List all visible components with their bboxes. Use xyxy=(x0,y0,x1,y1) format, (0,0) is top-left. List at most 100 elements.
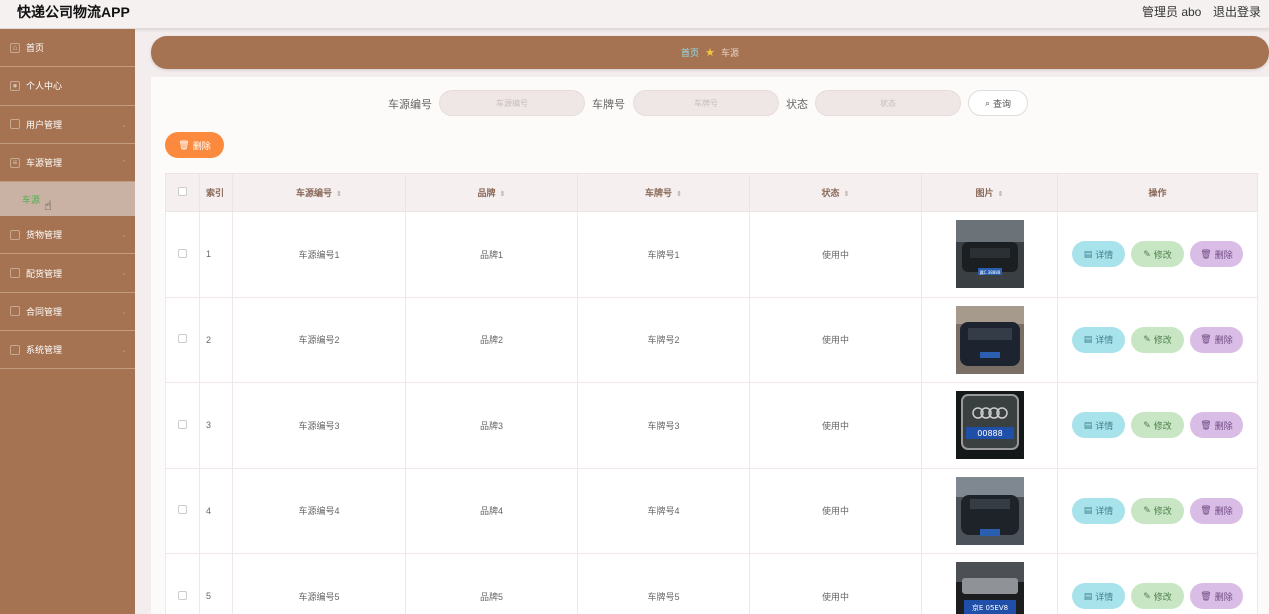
cell-image[interactable] xyxy=(921,296,1058,383)
user-icon: ● xyxy=(10,80,20,91)
chevron-down-icon: ⌄ xyxy=(121,270,127,278)
cell-plate: 车牌号4 xyxy=(577,467,750,554)
select-all-cell[interactable] xyxy=(165,173,200,212)
edit-button-label: 修改 xyxy=(1153,249,1172,260)
delete-button[interactable]: 🗑 删除 xyxy=(1190,241,1243,268)
sidebar-item-dispatch[interactable]: 配货管理 ⌄ xyxy=(0,254,135,293)
edit-button-label: 修改 xyxy=(1153,420,1172,431)
chevron-down-icon: ⌄ xyxy=(121,232,127,240)
batch-delete-button[interactable]: 🗑 删除 xyxy=(165,132,224,158)
chevron-down-icon: ⌄ xyxy=(121,347,127,355)
edit-button[interactable]: ✎ 修改 xyxy=(1131,412,1184,439)
source-no-input[interactable]: 车源编号 xyxy=(439,90,585,116)
edit-button[interactable]: ✎ 修改 xyxy=(1131,497,1184,524)
header-plate[interactable]: 车牌号 ⇕ xyxy=(577,173,750,212)
edit-button[interactable]: ✎ 修改 xyxy=(1131,241,1184,268)
detail-icon: ▤ xyxy=(1083,505,1093,516)
row-select-cell[interactable] xyxy=(165,211,200,298)
sidebar-item-label: 货物管理 xyxy=(26,230,63,241)
select-all-checkbox[interactable] xyxy=(178,187,187,196)
list-icon: ≡ xyxy=(10,157,20,168)
table-row: 4 车源编号4 品牌4 车牌号4 使用中 ▤ 详情 ✎ 修改 🗑 删除 xyxy=(165,467,1258,554)
cell-status: 使用中 xyxy=(749,296,922,383)
trash-icon: 🗑 xyxy=(1200,590,1212,601)
sidebar-item-label: 用户管理 xyxy=(26,119,63,130)
status-input[interactable]: 状态 xyxy=(815,90,961,116)
cell-source-no: 车源编号1 xyxy=(232,211,406,298)
detail-button[interactable]: ▤ 详情 xyxy=(1072,583,1125,610)
row-checkbox[interactable] xyxy=(178,248,187,258)
cell-status: 使用中 xyxy=(749,467,922,554)
delete-button-label: 删除 xyxy=(192,140,211,151)
sidebar-item-contracts[interactable]: 合同管理 ⌄ xyxy=(0,293,135,332)
delete-button[interactable]: 🗑 删除 xyxy=(1190,583,1243,610)
sidebar-item-label: 配货管理 xyxy=(26,268,63,279)
svg-text:00888: 00888 xyxy=(977,429,1002,438)
sort-icon: ⇕ xyxy=(997,191,1004,198)
breadcrumb-home[interactable]: 首页 xyxy=(681,46,699,59)
delete-button[interactable]: 🗑 删除 xyxy=(1190,326,1243,353)
row-select-cell[interactable] xyxy=(165,553,200,614)
header-status-label: 状态 xyxy=(821,188,840,198)
row-select-cell[interactable] xyxy=(165,296,200,383)
header-brand-label: 品牌 xyxy=(477,188,496,198)
admin-label: 管理员 abo xyxy=(1142,5,1202,19)
edit-icon: ✎ xyxy=(1143,334,1151,345)
detail-button[interactable]: ▤ 详情 xyxy=(1072,326,1125,353)
row-checkbox[interactable] xyxy=(178,505,187,515)
trash-icon: 🗑 xyxy=(1200,248,1212,259)
cell-index: 1 xyxy=(199,211,233,298)
header-ops: 操作 xyxy=(1057,173,1258,212)
cell-image[interactable]: 冀C 38888 xyxy=(921,211,1058,298)
sort-icon: ⇕ xyxy=(499,191,506,198)
car-photo[interactable]: 冀C 38888 xyxy=(955,220,1024,289)
header-image[interactable]: 图片 ⇕ xyxy=(921,173,1058,212)
cell-source-no: 车源编号5 xyxy=(232,553,406,614)
edit-button[interactable]: ✎ 修改 xyxy=(1131,583,1184,610)
query-button[interactable]: ⌕ 查询 xyxy=(968,90,1028,116)
cell-image[interactable]: 京E 05EV8 xyxy=(921,553,1058,614)
cell-source-no: 车源编号3 xyxy=(232,382,406,469)
row-checkbox[interactable] xyxy=(178,334,187,344)
delete-button[interactable]: 🗑 删除 xyxy=(1190,412,1243,439)
top-bar: 快递公司物流APP 管理员 abo 退出登录 xyxy=(0,0,1269,29)
sidebar-item-profile[interactable]: ● 个人中心 xyxy=(0,67,135,106)
header-source-no[interactable]: 车源编号 ⇕ xyxy=(232,173,406,212)
logout-link[interactable]: 退出登录 xyxy=(1213,3,1261,20)
detail-button[interactable]: ▤ 详情 xyxy=(1072,497,1125,524)
header-brand[interactable]: 品牌 ⇕ xyxy=(405,173,578,212)
sidebar-item-label: 车源管理 xyxy=(26,158,63,169)
sidebar-subitem-vehicle-source[interactable]: 车源 ☝ xyxy=(0,182,135,217)
delete-button-label: 删除 xyxy=(1214,335,1233,346)
breadcrumb-current: 车源 xyxy=(720,48,739,58)
row-checkbox[interactable] xyxy=(178,590,187,600)
sidebar-item-vehicles[interactable]: ≡ 车源管理 ⌃ xyxy=(0,144,135,183)
home-icon: ⌂ xyxy=(10,42,20,53)
row-select-cell[interactable] xyxy=(165,467,200,554)
detail-button[interactable]: ▤ 详情 xyxy=(1072,412,1125,439)
cell-image[interactable]: 00888 xyxy=(921,382,1058,469)
table-row: 5 车源编号5 品牌5 车牌号5 使用中 京E 05EV8 ▤ 详情 ✎ 修改 🗑 删除 xyxy=(165,553,1258,614)
header-status[interactable]: 状态 ⇕ xyxy=(749,173,922,212)
sidebar-item-system[interactable]: 系统管理 ⌄ xyxy=(0,331,135,370)
cell-status: 使用中 xyxy=(749,382,922,469)
sidebar-item-goods[interactable]: 货物管理 ⌄ xyxy=(0,216,135,255)
detail-icon: ▤ xyxy=(1083,248,1093,259)
sidebar-item-users[interactable]: 用户管理 ⌄ xyxy=(0,106,135,144)
sidebar: ⌂ 首页 ● 个人中心 用户管理 ⌄ ≡ 车源管理 ⌃ 车源 ☝ 货物管理 ⌄ … xyxy=(0,29,135,614)
edit-button[interactable]: ✎ 修改 xyxy=(1131,326,1184,353)
car-photo[interactable] xyxy=(955,476,1024,545)
detail-button[interactable]: ▤ 详情 xyxy=(1072,241,1125,268)
row-checkbox[interactable] xyxy=(178,419,187,429)
search-label-status: 状态 xyxy=(786,99,808,111)
plate-input[interactable]: 车牌号 xyxy=(633,90,779,116)
cell-index: 4 xyxy=(199,467,233,554)
sidebar-item-home[interactable]: ⌂ 首页 xyxy=(0,29,135,68)
delete-button-label: 删除 xyxy=(1214,506,1233,517)
car-photo[interactable] xyxy=(955,305,1024,374)
cell-image[interactable] xyxy=(921,467,1058,554)
car-photo[interactable]: 京E 05EV8 xyxy=(955,562,1024,614)
delete-button[interactable]: 🗑 删除 xyxy=(1190,497,1243,524)
row-select-cell[interactable] xyxy=(165,382,200,469)
car-photo[interactable]: 00888 xyxy=(955,391,1024,460)
